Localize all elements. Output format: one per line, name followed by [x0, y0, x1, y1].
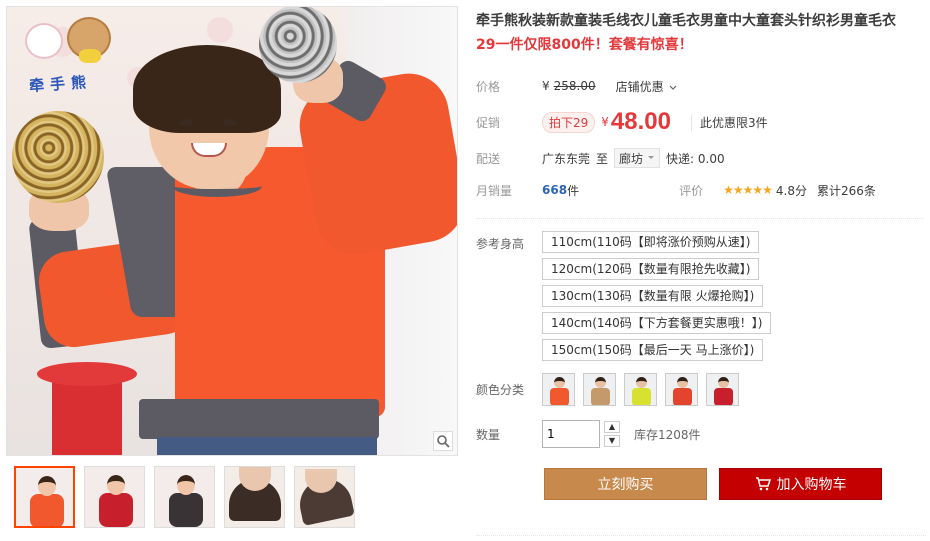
color-swatch-orange[interactable]	[542, 373, 575, 406]
size-option-120[interactable]: 120cm(120码【数量有限抢先收藏】)	[542, 258, 760, 280]
chevron-down-icon	[648, 156, 655, 159]
buy-now-button[interactable]: 立刻购买	[544, 468, 707, 500]
thumbnail-4[interactable]	[224, 466, 285, 528]
promo-currency-symbol: ¥	[601, 115, 609, 129]
currency-symbol: ¥	[542, 79, 550, 93]
promotion-label: 促销	[476, 115, 501, 130]
shop-discount-label: 店铺优惠	[615, 79, 664, 94]
size-option-150[interactable]: 150cm(150码【最后一天 马上涨价】)	[542, 339, 764, 361]
color-swatches	[542, 373, 739, 406]
price-block: 价格 ¥ 258.00 店铺优惠 促销 拍下29 ¥ 48.00 此优惠限3件 …	[476, 70, 924, 219]
delivery-label: 配送	[476, 151, 501, 166]
color-row: 颜色分类	[476, 361, 924, 406]
monthly-sales-unit: 件	[567, 183, 580, 198]
size-option-130[interactable]: 130cm(130码【数量有限 火爆抢购】)	[542, 285, 764, 307]
promo-subtitle: 29一件仅限800件！套餐有惊喜！	[476, 37, 693, 53]
original-price: 258.00	[553, 79, 596, 93]
price-row: 价格 ¥ 258.00 店铺优惠	[476, 70, 924, 102]
destination-select[interactable]: 廊坊	[614, 148, 661, 168]
silver-wicker-ball	[259, 7, 337, 83]
stock-count: 库存1208件	[634, 427, 701, 442]
add-to-cart-label: 加入购物车	[776, 477, 847, 493]
gold-wicker-ball	[12, 111, 104, 203]
color-label: 颜色分类	[476, 383, 525, 397]
main-product-image[interactable]: 牵手熊	[6, 6, 458, 456]
product-title: 牵手熊秋装新款童装毛线衣儿童毛衣男童中大童套头针织衫男童毛衣	[476, 13, 896, 29]
divider	[476, 535, 926, 536]
size-list: 110cm(110码【即将涨价预购从速】) 120cm(120码【数量有限抢先收…	[542, 227, 772, 361]
quantity-row: 数量 ▲ ▼ 库存1208件	[476, 420, 924, 448]
thumbnail-1[interactable]	[14, 466, 75, 528]
color-swatch-yellow[interactable]	[624, 373, 657, 406]
action-buttons: 立刻购买 加入购物车	[544, 468, 924, 500]
color-swatch-camel[interactable]	[583, 373, 616, 406]
product-info-panel: 牵手熊秋装新款童装毛线衣儿童毛衣男童中大童套头针织衫男童毛衣 29一件仅限800…	[476, 10, 924, 500]
quantity-input[interactable]	[542, 420, 600, 448]
shipping-fee: 快递: 0.00	[666, 151, 725, 166]
color-swatch-red-orange[interactable]	[665, 373, 698, 406]
rating-label: 评价	[679, 183, 704, 198]
buy-now-label: 立刻购买	[597, 477, 654, 493]
promotion-row: 促销 拍下29 ¥ 48.00 此优惠限3件	[476, 102, 924, 142]
rating-score: 4.8分	[775, 183, 807, 198]
ship-from: 广东东莞	[542, 151, 591, 166]
cart-icon	[755, 477, 771, 491]
price-label: 价格	[476, 79, 501, 94]
promo-price: 48.00	[610, 108, 671, 135]
magnifier-icon[interactable]	[433, 431, 453, 451]
size-row: 参考身高 110cm(110码【即将涨价预购从速】) 120cm(120码【数量…	[476, 227, 924, 361]
promotion-limit: 此优惠限3件	[690, 113, 768, 131]
add-to-cart-button[interactable]: 加入购物车	[719, 468, 882, 500]
thumbnail-2[interactable]	[84, 466, 145, 528]
star-rating-icon: ★★★★★	[723, 183, 773, 197]
delivery-row: 配送 广东东莞 至 廊坊 快递: 0.00	[476, 142, 924, 174]
size-option-140[interactable]: 140cm(140码【下方套餐更实惠哦！】)	[542, 312, 772, 334]
color-swatch-red[interactable]	[706, 373, 739, 406]
size-option-110[interactable]: 110cm(110码【即将涨价预购从速】)	[542, 231, 760, 253]
options-block: 参考身高 110cm(110码【即将涨价预购从速】) 120cm(120码【数量…	[476, 227, 924, 500]
monthly-sales-label: 月销量	[476, 183, 513, 198]
promotion-tag: 拍下29	[542, 111, 596, 133]
quantity-decrease-button[interactable]: ▼	[604, 435, 620, 447]
thumbnail-strip	[14, 466, 355, 530]
sales-row: 月销量 668 件 评价 ★★★★★ 4.8分 累计266条	[476, 174, 924, 206]
quantity-label: 数量	[476, 427, 501, 442]
monthly-sales-count: 668	[542, 183, 568, 197]
shop-discount-link[interactable]: 店铺优惠	[616, 78, 678, 95]
destination-city: 廊坊	[619, 151, 644, 166]
thumbnail-5[interactable]	[294, 466, 355, 528]
chevron-down-icon	[670, 85, 677, 90]
quantity-stepper: ▲ ▼	[604, 421, 620, 447]
size-label: 参考身高	[476, 237, 525, 251]
review-count-link[interactable]: 累计266条	[817, 182, 876, 199]
quantity-increase-button[interactable]: ▲	[604, 421, 620, 433]
ship-to-word: 至	[596, 151, 609, 166]
thumbnail-3[interactable]	[154, 466, 215, 528]
model-boy	[7, 7, 457, 455]
